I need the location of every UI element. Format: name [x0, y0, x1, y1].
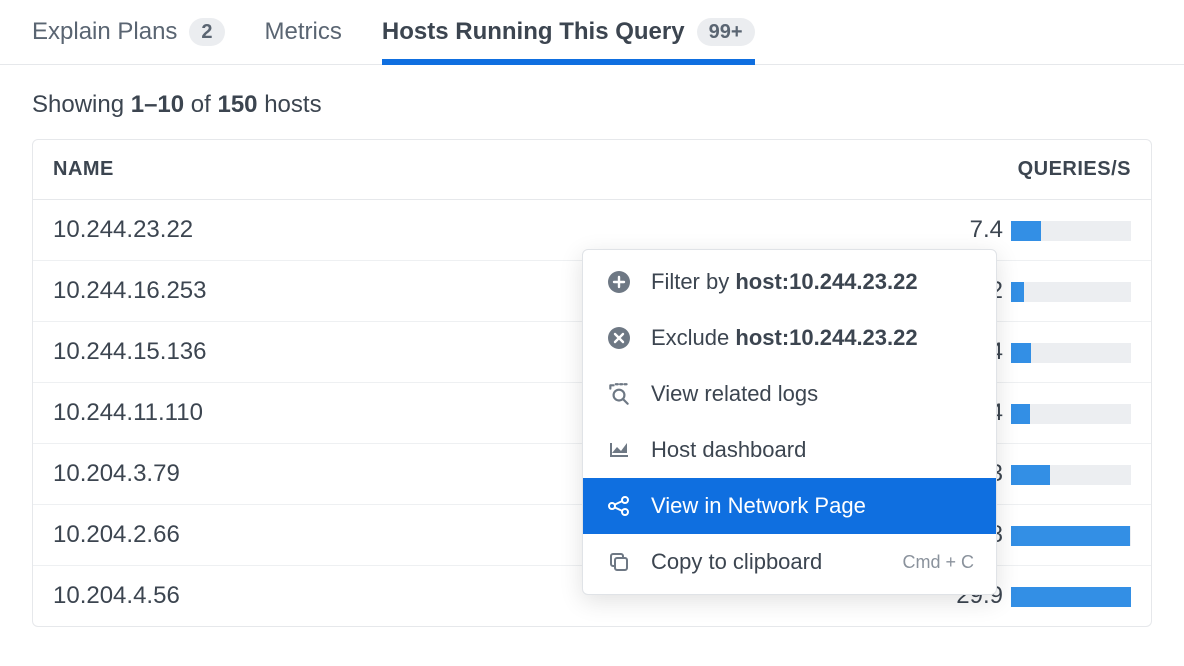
- qps-bar: [1011, 282, 1131, 302]
- qps-bar-fill: [1011, 221, 1041, 241]
- chart-area-icon: [605, 436, 633, 464]
- col-qps[interactable]: QUERIES/S: [551, 140, 1151, 200]
- ctx-label: Host dashboard: [651, 437, 974, 463]
- summary-mid: of: [184, 91, 217, 118]
- network-icon: [605, 492, 633, 520]
- ctx-filter-by[interactable]: Filter by host:10.244.23.22: [583, 254, 996, 310]
- ctx-label: Filter by host:10.244.23.22: [651, 269, 974, 295]
- tab-label: Explain Plans: [32, 18, 177, 46]
- copy-icon: [605, 548, 633, 576]
- qps-bar-fill: [1011, 343, 1031, 363]
- host-name-cell: 10.204.3.79: [33, 444, 551, 505]
- host-name-cell: 10.244.11.110: [33, 383, 551, 444]
- search-logs-icon: [605, 380, 633, 408]
- summary-prefix: Showing: [32, 91, 131, 118]
- summary-suffix: hosts: [258, 91, 322, 118]
- context-menu: Filter by host:10.244.23.22 Exclude host…: [582, 249, 997, 595]
- tab-label: Hosts Running This Query: [382, 18, 685, 46]
- qps-bar-fill: [1011, 282, 1024, 302]
- ctx-label: View related logs: [651, 381, 974, 407]
- host-name-cell: 10.244.15.136: [33, 322, 551, 383]
- host-name-cell: 10.204.2.66: [33, 505, 551, 566]
- qps-bar-fill: [1011, 404, 1030, 424]
- results-summary: Showing 1–10 of 150 hosts: [0, 65, 1184, 139]
- summary-total: 150: [217, 91, 257, 118]
- ctx-label: View in Network Page: [651, 493, 974, 519]
- ctx-host-dashboard[interactable]: Host dashboard: [583, 422, 996, 478]
- qps-bar: [1011, 465, 1131, 485]
- x-circle-icon: [605, 324, 633, 352]
- plus-circle-icon: [605, 268, 633, 296]
- tab-badge: 99+: [697, 18, 755, 46]
- tab-label: Metrics: [265, 18, 342, 46]
- host-name-cell: 10.244.23.22: [33, 200, 551, 261]
- qps-bar-fill: [1011, 587, 1131, 607]
- qps-bar: [1011, 404, 1131, 424]
- qps-bar: [1011, 221, 1131, 241]
- ctx-copy[interactable]: Copy to clipboard Cmd + C: [583, 534, 996, 590]
- ctx-view-network[interactable]: View in Network Page: [583, 478, 996, 534]
- ctx-view-logs[interactable]: View related logs: [583, 366, 996, 422]
- qps-bar: [1011, 526, 1131, 546]
- tab-bar: Explain Plans 2 Metrics Hosts Running Th…: [0, 0, 1184, 65]
- ctx-label: Exclude host:10.244.23.22: [651, 325, 974, 351]
- col-name[interactable]: NAME: [33, 140, 551, 200]
- qps-bar-fill: [1011, 526, 1130, 546]
- ctx-label: Copy to clipboard: [651, 549, 884, 575]
- ctx-exclude[interactable]: Exclude host:10.244.23.22: [583, 310, 996, 366]
- tab-hosts[interactable]: Hosts Running This Query 99+: [382, 18, 755, 65]
- ctx-shortcut: Cmd + C: [902, 552, 974, 573]
- qps-value: 7.4: [947, 216, 1003, 244]
- host-name-cell: 10.244.16.253: [33, 261, 551, 322]
- qps-bar-fill: [1011, 465, 1050, 485]
- tab-metrics[interactable]: Metrics: [265, 18, 342, 64]
- qps-bar: [1011, 587, 1131, 607]
- summary-range: 1–10: [131, 91, 184, 118]
- qps-bar: [1011, 343, 1131, 363]
- host-name-cell: 10.204.4.56: [33, 566, 551, 627]
- tab-explain-plans[interactable]: Explain Plans 2: [32, 18, 225, 64]
- tab-badge: 2: [189, 18, 224, 46]
